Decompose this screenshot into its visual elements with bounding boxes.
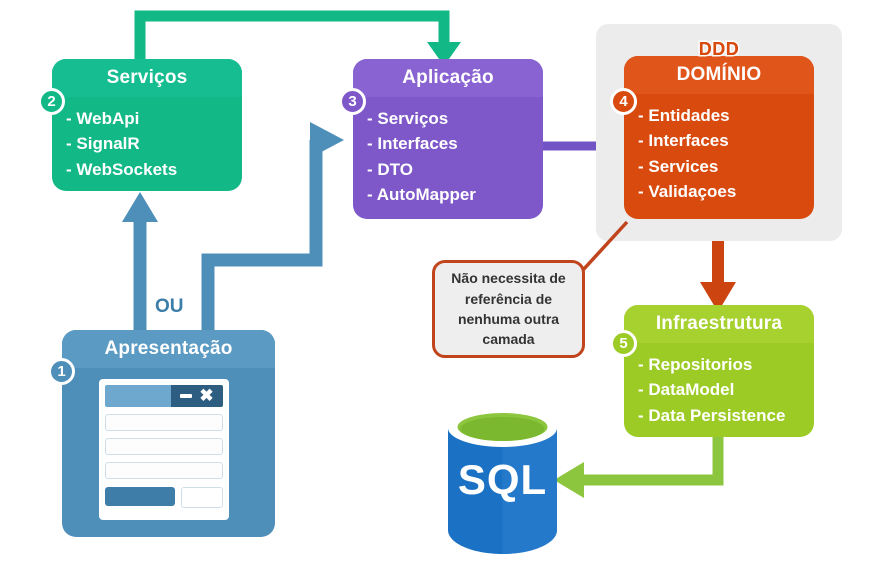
list-item: - WebApi <box>66 108 140 128</box>
or-label: OU <box>155 296 184 317</box>
primary-button[interactable] <box>105 487 176 506</box>
database-label: SQL <box>457 456 548 503</box>
step-badge-1: 1 <box>48 358 75 385</box>
layer-title-infraestrutura: Infraestrutura <box>624 305 814 343</box>
list-item: - DataModel <box>638 380 735 400</box>
layer-items-servicos: - WebApi - SignalR - WebSockets <box>52 97 242 191</box>
layer-title-apresentacao: Apresentação <box>62 330 275 368</box>
form-field[interactable] <box>105 414 223 431</box>
window-titlebar: ✖ <box>105 385 223 407</box>
layer-box-aplicacao[interactable]: Aplicação - Serviços - Interfaces - DTO … <box>353 59 543 219</box>
form-field[interactable] <box>105 462 223 479</box>
list-item: - AutoMapper <box>367 185 476 205</box>
callout-note-text: Não necessita de referência de nenhuma o… <box>451 270 566 348</box>
list-item: - Interfaces <box>638 131 729 151</box>
layer-box-servicos[interactable]: Serviços - WebApi - SignalR - WebSockets <box>52 59 242 191</box>
layer-items-aplicacao: - Serviços - Interfaces - DTO - AutoMapp… <box>353 97 543 218</box>
list-item: - Repositorios <box>638 354 753 374</box>
window-controls[interactable]: ✖ <box>171 385 223 407</box>
close-icon[interactable]: ✖ <box>199 387 213 404</box>
window-buttons <box>105 487 223 508</box>
layer-title-servicos: Serviços <box>52 59 242 97</box>
list-item: - WebSockets <box>66 159 178 179</box>
layer-box-dominio[interactable]: DOMÍNIO - Entidades - Interfaces - Servi… <box>624 56 814 219</box>
layer-items-dominio: - Entidades - Interfaces - Services - Va… <box>624 94 814 215</box>
layer-items-infraestrutura: - Repositorios - DataModel - Data Persis… <box>624 343 814 437</box>
form-field[interactable] <box>105 438 223 455</box>
step-badge-3: 3 <box>339 88 366 115</box>
step-badge-5: 5 <box>610 330 637 357</box>
step-badge-4: 4 <box>610 88 637 115</box>
window-title-area <box>105 385 171 407</box>
diagram-canvas: Serviços - WebApi - SignalR - WebSockets… <box>0 0 877 582</box>
list-item: - DTO <box>367 159 413 179</box>
database-cylinder: SQL <box>444 404 561 554</box>
list-item: - Serviços <box>367 108 449 128</box>
list-item: - Services <box>638 156 719 176</box>
list-item: - Entidades <box>638 105 730 125</box>
list-item: - SignalR <box>66 134 140 154</box>
layer-box-infraestrutura[interactable]: Infraestrutura - Repositorios - DataMode… <box>624 305 814 437</box>
secondary-button[interactable] <box>181 487 223 508</box>
list-item: - Data Persistence <box>638 405 786 425</box>
window-mockup[interactable]: ✖ <box>99 379 229 520</box>
layer-title-aplicacao: Aplicação <box>353 59 543 97</box>
connector-infraestrutura-to-database <box>554 430 724 498</box>
step-badge-2: 2 <box>38 88 65 115</box>
connector-apresentacao-to-servicos <box>122 192 158 336</box>
list-item: - Validaçoes <box>638 182 737 202</box>
callout-note: Não necessita de referência de nenhuma o… <box>432 260 585 358</box>
layer-title-dominio: DOMÍNIO <box>624 56 814 94</box>
list-item: - Interfaces <box>367 134 458 154</box>
minimize-icon[interactable] <box>180 394 193 398</box>
ddd-label-outline: DDD <box>697 38 740 61</box>
